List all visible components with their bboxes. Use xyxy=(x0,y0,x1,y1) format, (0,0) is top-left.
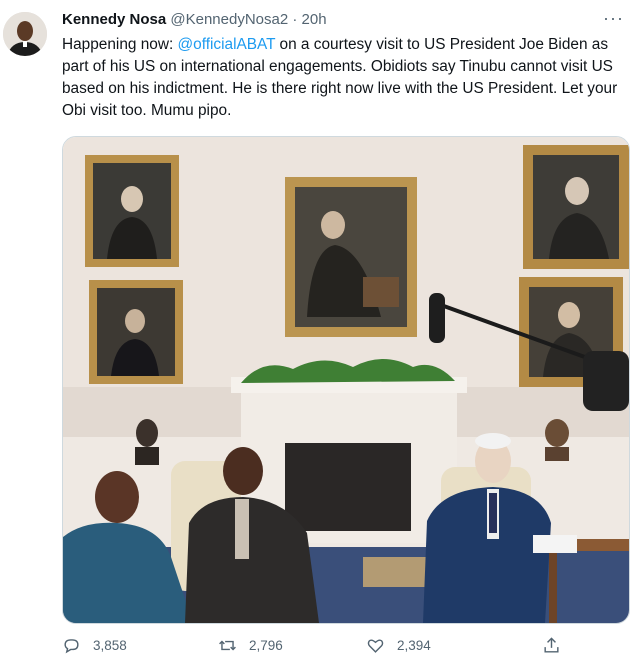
heart-icon xyxy=(367,639,384,653)
share-icon xyxy=(544,637,559,653)
tweet-header: Kennedy Nosa @KennedyNosa2 · 20h xyxy=(62,10,624,30)
tweet-actions: 3,858 2,796 2,394 xyxy=(62,636,582,660)
oval-office-photo xyxy=(63,137,629,623)
avatar-image xyxy=(3,12,47,56)
retweet-count: 2,796 xyxy=(249,638,283,653)
author-name[interactable]: Kennedy Nosa xyxy=(62,11,166,28)
tweet-time[interactable]: 20h xyxy=(302,11,327,28)
more-icon[interactable]: ··· xyxy=(603,8,624,29)
reply-icon xyxy=(64,639,79,654)
tweet-text: Happening now: @officialABAT on a courte… xyxy=(62,34,630,122)
tweet-media[interactable] xyxy=(62,136,630,624)
avatar[interactable] xyxy=(3,12,47,56)
like-count: 2,394 xyxy=(397,638,431,653)
reply-button[interactable]: 3,858 xyxy=(62,636,127,655)
tweet-text-intro: Happening now: xyxy=(62,36,178,53)
like-button[interactable]: 2,394 xyxy=(366,636,431,655)
separator-dot: · xyxy=(292,11,298,28)
retweet-icon xyxy=(219,640,236,651)
author-handle[interactable]: @KennedyNosa2 xyxy=(170,11,288,28)
reply-count: 3,858 xyxy=(93,638,127,653)
mention-link[interactable]: @officialABAT xyxy=(178,36,276,53)
retweet-button[interactable]: 2,796 xyxy=(218,636,283,655)
share-button[interactable] xyxy=(542,636,561,655)
